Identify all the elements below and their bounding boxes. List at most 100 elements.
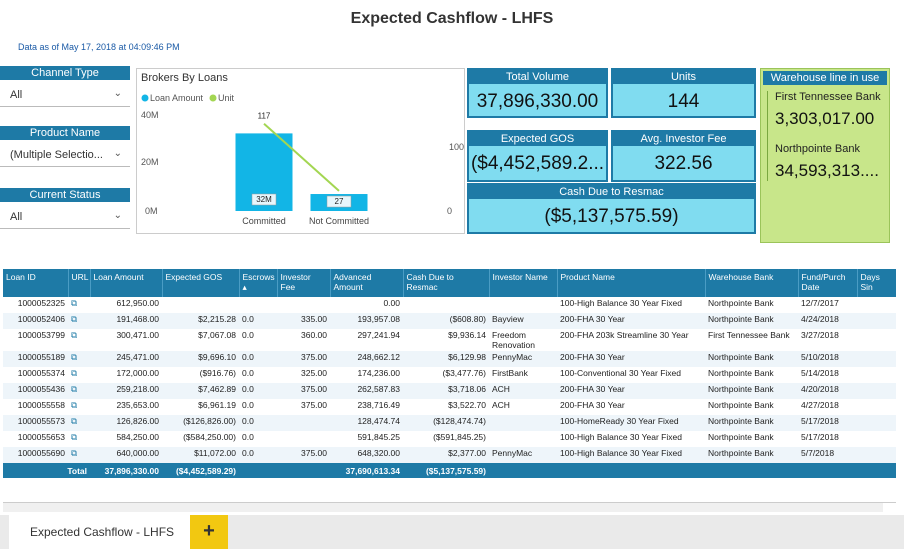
table-cell: $6,961.19: [198, 400, 236, 410]
add-page-button[interactable]: +: [190, 515, 228, 549]
legend-unit-swatch: [209, 94, 217, 102]
table-cell: 584,250.00: [116, 432, 159, 442]
total-label-text: Total: [67, 465, 87, 476]
table-row[interactable]: 1000055374 ⧉ 172,000.00 ($916.76) 0.0 325.00 1…: [3, 367, 896, 383]
table-cell: 1000055189: [3, 351, 68, 367]
table-cell: ACH: [492, 400, 510, 410]
column-header[interactable]: Advanced Amount: [330, 269, 404, 297]
tab-expected-cashflow[interactable]: Expected Cashflow - LHFS: [9, 515, 195, 549]
column-header[interactable]: Cash Due to Resmac: [403, 269, 490, 297]
table-cell: 640,000.00: [90, 447, 162, 463]
table-cell: 248,662.12: [330, 351, 403, 367]
url-link-icon[interactable]: ⧉: [68, 399, 90, 415]
column-header[interactable]: URL: [68, 269, 91, 297]
table-cell: $11,072.00: [162, 447, 239, 463]
table-cell: 1000052325: [17, 298, 65, 308]
brokers-by-loans-chart[interactable]: Brokers By Loans Loan Amount Unit 40M 20…: [136, 68, 465, 234]
column-header[interactable]: Investor Name: [489, 269, 558, 297]
warehouse-line-card[interactable]: Warehouse line in use First Tennessee Ba…: [760, 68, 890, 243]
table-cell: 200-FHA 30 Year: [557, 351, 705, 367]
warehouse-bank-name: Northpointe Bank: [775, 143, 860, 155]
column-header[interactable]: Expected GOS: [162, 269, 240, 297]
avg-investor-fee-card[interactable]: Avg. Investor Fee 322.56: [611, 130, 756, 182]
table-cell: Northpointe Bank: [708, 432, 774, 442]
column-header[interactable]: Loan ID: [3, 269, 69, 297]
chart-svg: Brokers By Loans Loan Amount Unit 40M 20…: [141, 72, 464, 226]
table-cell: [403, 297, 489, 313]
table-cell: 4/24/2018: [798, 313, 857, 329]
column-header[interactable]: Product Name: [557, 269, 706, 297]
table-cell: 375.00: [277, 447, 330, 463]
column-header-label: Escrows: [242, 272, 275, 282]
table-cell: 174,236.00: [357, 368, 400, 378]
table-cell: 335.00: [277, 313, 330, 329]
bar-data-label: 27: [335, 197, 344, 206]
horizontal-scrollbar[interactable]: [3, 503, 896, 512]
table-cell: 0.0: [242, 368, 254, 378]
table-header-row: Loan ID URL Loan Amount Expected GOS Esc…: [3, 269, 896, 297]
column-header[interactable]: Days Sin: [857, 269, 896, 297]
table-row[interactable]: 1000055558 ⧉ 235,653.00 $6,961.19 0.0 375.00 2…: [3, 399, 896, 415]
url-link-icon[interactable]: ⧉: [68, 415, 90, 431]
current-status-dropdown[interactable]: All ⌄: [0, 207, 130, 229]
page-title: Expected Cashflow - LHFS: [350, 10, 554, 27]
column-header[interactable]: Escrows ▴: [239, 269, 278, 297]
url-link-icon[interactable]: ⧉: [68, 351, 90, 367]
dropdown-value: (Multiple Selectio...: [10, 149, 103, 161]
table-row[interactable]: 1000055189 ⧉ 245,471.00 $9,696.10 0.0 375.00 2…: [3, 351, 896, 367]
table-cell: $7,462.89: [162, 383, 239, 399]
loan-table[interactable]: Loan ID URL Loan Amount Expected GOS Esc…: [3, 269, 896, 503]
table-cell: 200-FHA 30 Year: [557, 313, 705, 329]
product-name-slicer: Product Name (Multiple Selectio... ⌄: [0, 126, 130, 167]
total-advanced-amount: 37,690,613.34: [330, 463, 403, 478]
table-cell: 0.0: [242, 330, 254, 340]
cash-due-card[interactable]: Cash Due to Resmac ($5,137,575.59): [467, 183, 756, 234]
table-cell: [857, 351, 896, 367]
product-name-dropdown[interactable]: (Multiple Selectio... ⌄: [0, 145, 130, 167]
page-tabs-bar: Expected Cashflow - LHFS +: [0, 515, 904, 549]
column-header[interactable]: Investor Fee: [277, 269, 331, 297]
table-cell: [857, 399, 896, 415]
column-header[interactable]: Fund/Purch Date: [798, 269, 858, 297]
table-cell: [857, 383, 896, 399]
units-card[interactable]: Units 144: [611, 68, 756, 118]
table-row[interactable]: 1000053799 ⧉ 300,471.00 $7,067.08 0.0 360.00 2…: [3, 329, 896, 351]
table-cell: 360.00: [301, 330, 327, 340]
column-header[interactable]: Warehouse Bank: [705, 269, 799, 297]
channel-type-dropdown[interactable]: All ⌄: [0, 85, 130, 107]
table-cell: ($3,477.76): [442, 368, 486, 378]
y-left-tick: 40M: [141, 110, 159, 120]
table-cell: 238,716.49: [357, 400, 400, 410]
table-cell: PennyMac: [489, 447, 557, 463]
table-row[interactable]: 1000055653 ⧉ 584,250.00 ($584,250.00) 0.0 591…: [3, 431, 896, 447]
url-link-icon[interactable]: ⧉: [68, 431, 90, 447]
table-row[interactable]: 1000052406 ⧉ 191,468.00 $2,215.28 0.0 335.00 1…: [3, 313, 896, 329]
url-link-icon[interactable]: ⧉: [68, 329, 90, 351]
expected-gos-card[interactable]: Expected GOS ($4,452,589.2...: [467, 130, 608, 182]
url-link-icon[interactable]: ⧉: [68, 313, 90, 329]
table-cell: 235,653.00: [116, 400, 159, 410]
kpi-value: 37,896,330.00: [476, 91, 599, 112]
table-row[interactable]: 1000052325 ⧉ 612,950.00 0.00 100-High Balanc…: [3, 297, 896, 313]
url-link-icon[interactable]: ⧉: [68, 297, 90, 313]
data-as-of: Data as of May 17, 2018 at 04:09:46 PM: [18, 42, 180, 52]
table-cell: ($128,474.74): [403, 415, 489, 431]
table-cell: 200-FHA 203k Streamline 30 Year: [560, 330, 689, 340]
table-cell: $2,377.00: [403, 447, 489, 463]
table-row[interactable]: 1000055573 ⧉ 126,826.00 ($126,826.00) 0.0 128…: [3, 415, 896, 431]
table-row[interactable]: 1000055690 ⧉ 640,000.00 $11,072.00 0.0 375.00…: [3, 447, 896, 463]
table-cell: 4/27/2018: [801, 400, 839, 410]
url-link-icon[interactable]: ⧉: [68, 383, 90, 399]
bar-data-label: 32M: [256, 195, 272, 204]
table-row[interactable]: 1000055436 ⧉ 259,218.00 $7,462.89 0.0 375.00 2…: [3, 383, 896, 399]
table-cell: 375.00: [301, 400, 327, 410]
table-cell: 4/20/2018: [798, 383, 857, 399]
table-cell: 612,950.00: [116, 298, 159, 308]
column-header[interactable]: Loan Amount: [90, 269, 163, 297]
total-empty-cell: [239, 463, 277, 478]
url-link-icon[interactable]: ⧉: [68, 447, 90, 463]
table-cell: 1000053799: [17, 330, 65, 340]
total-volume-card[interactable]: Total Volume 37,896,330.00: [467, 68, 608, 118]
table-cell: Northpointe Bank: [708, 368, 774, 378]
url-link-icon[interactable]: ⧉: [68, 367, 90, 383]
